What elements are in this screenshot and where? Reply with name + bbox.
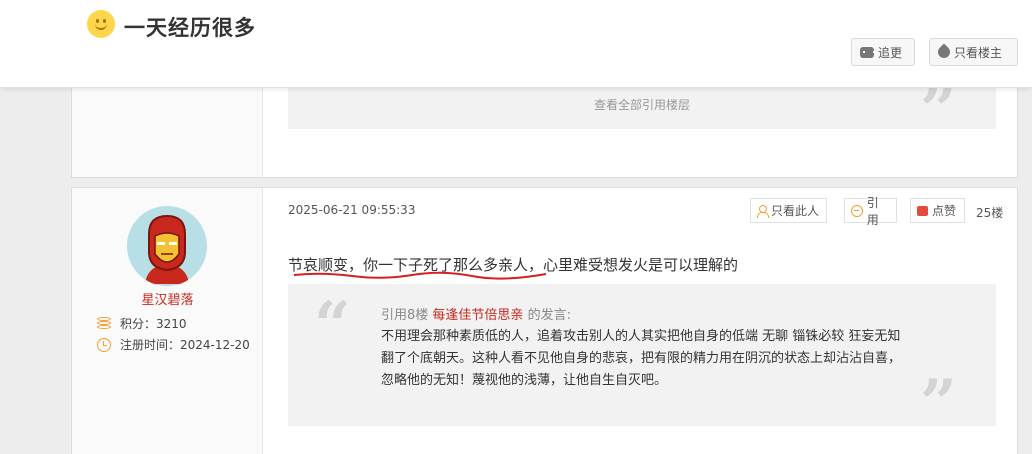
author-register-date: 注册时间：2024-12-20: [97, 336, 250, 353]
author-points-text: 积分：3210: [120, 317, 187, 331]
follow-button[interactable]: 追更: [851, 38, 915, 66]
author-points: 积分：3210: [97, 315, 187, 332]
quoted-user-link[interactable]: 每逢佳节倍思亲: [432, 308, 523, 323]
only-owner-button[interactable]: 只看楼主: [929, 38, 1018, 66]
avatar[interactable]: [127, 206, 207, 286]
red-underline-annotation: [293, 271, 547, 280]
view-all-quotes-link[interactable]: 查看全部引用楼层: [288, 96, 996, 113]
quote-suffix: 的发言:: [527, 308, 571, 323]
quote-button-label: 引用: [866, 195, 879, 227]
smile-emoji-icon: [87, 10, 115, 38]
user-icon: [757, 204, 769, 218]
page-header: 一天经历很多 追更 只看楼主: [0, 0, 1032, 88]
only-this-user-button[interactable]: 只看此人: [750, 198, 827, 223]
quote-header: 引用8楼 每逢佳节倍思亲 的发言:: [381, 304, 571, 323]
author-register-text: 注册时间：2024-12-20: [120, 338, 250, 352]
follow-button-label: 追更: [878, 45, 903, 60]
post-datetime: 2025-06-21 09:55:33: [288, 203, 416, 217]
floor-number: 25楼: [976, 206, 1004, 220]
bubble-icon: [851, 204, 863, 217]
quote-open-icon: “: [314, 288, 351, 363]
only-this-user-label: 只看此人: [771, 204, 820, 218]
like-button[interactable]: 点赞: [910, 198, 965, 223]
quote-close-icon: ”: [920, 366, 957, 441]
previous-post: 查看全部引用楼层 ”: [71, 78, 1018, 178]
quote-button[interactable]: 引用: [844, 196, 897, 227]
thumb-icon: [917, 205, 928, 216]
drop-icon: [935, 43, 953, 61]
quote-close-icon: ”: [920, 73, 957, 148]
post-25: 星汉碧落 积分：3210 注册时间：2024-12-20 2025-06-21 …: [71, 187, 1018, 454]
quoted-reply-box: “ 引用8楼 每逢佳节倍思亲 的发言: 不用理会那种素质低的人，追着攻击别人的人…: [288, 284, 996, 436]
author-sidebar: 星汉碧落 积分：3210 注册时间：2024-12-20: [72, 188, 263, 454]
author-name[interactable]: 星汉碧落: [72, 289, 263, 308]
like-button-label: 点赞: [932, 204, 957, 218]
coins-icon: [97, 317, 111, 330]
chat-icon: [860, 46, 875, 58]
quote-floor: 引用8楼: [381, 308, 429, 323]
thread-title: 一天经历很多: [124, 16, 256, 40]
only-owner-label: 只看楼主: [954, 45, 1003, 60]
quote-text: 不用理会那种素质低的人，追着攻击别人的人其实把他自身的低端 无聊 锱铢必较 狂妄…: [381, 329, 902, 388]
clock-icon: [97, 337, 111, 352]
previous-post-sidebar: [72, 79, 263, 177]
